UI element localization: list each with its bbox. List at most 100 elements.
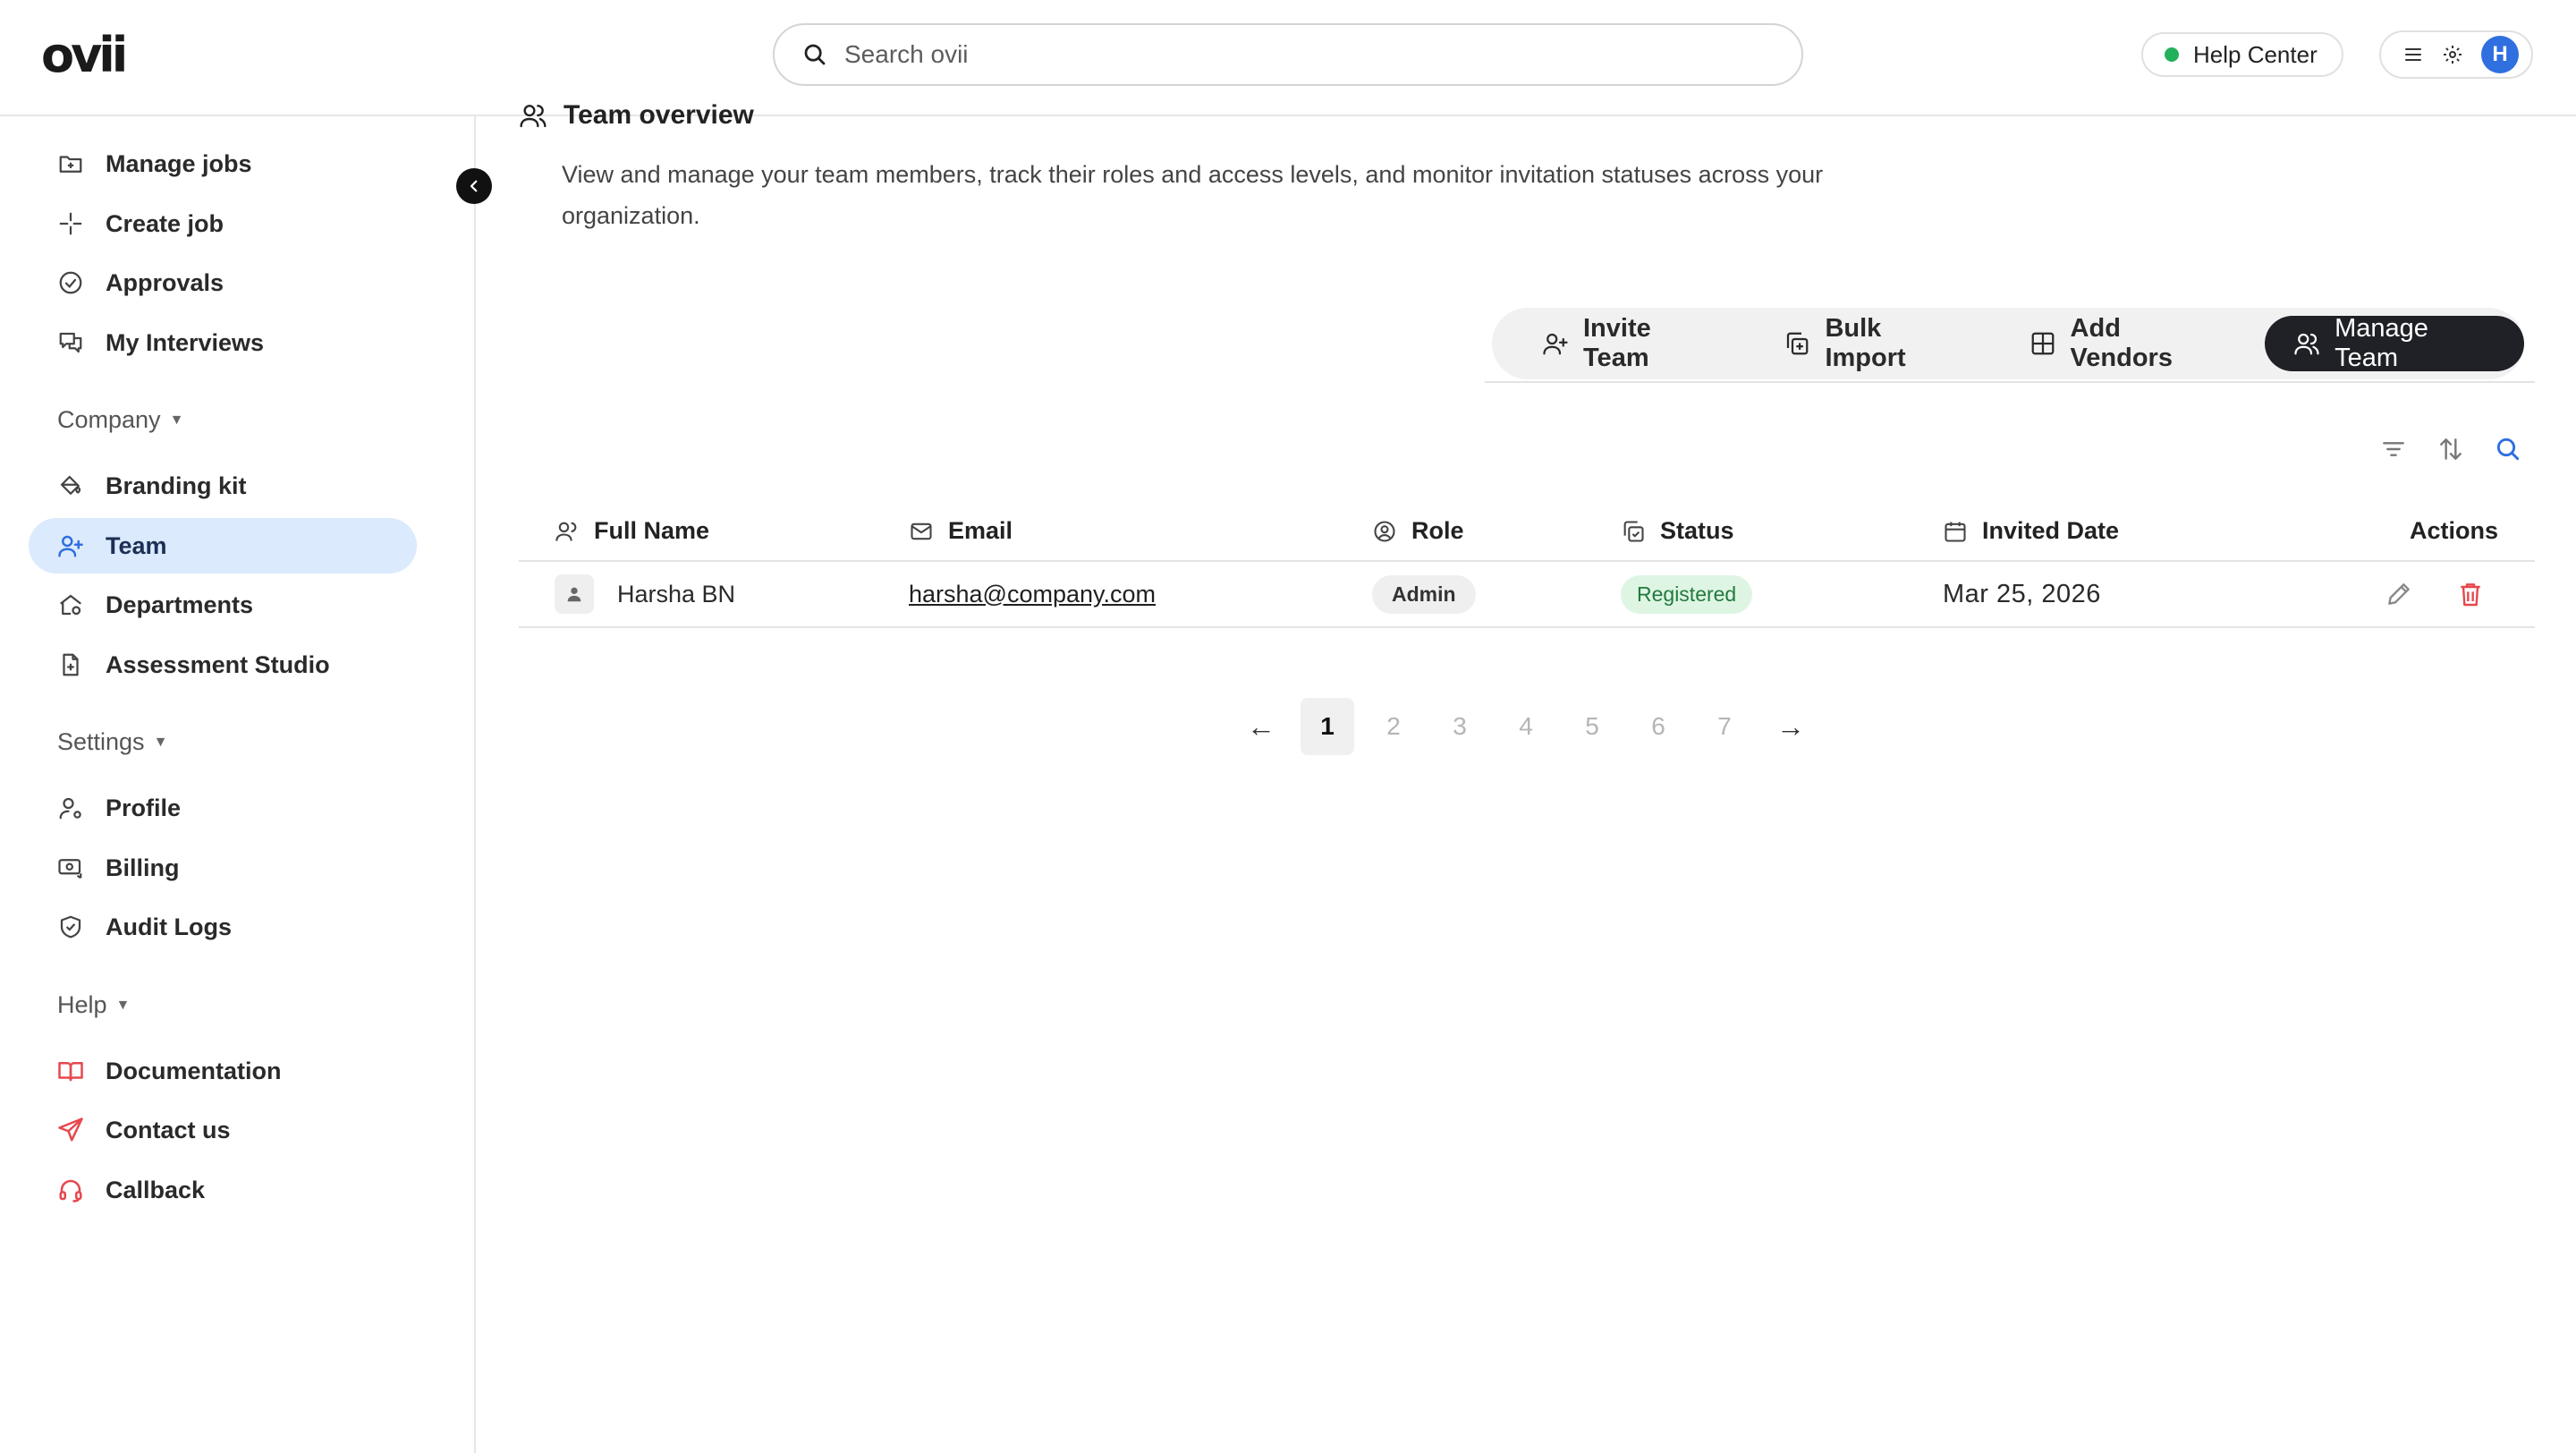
sidebar-item-branding-kit[interactable]: Branding kit [29, 458, 417, 514]
cell-role: Admin [1372, 562, 1476, 626]
user-plus-icon [1542, 330, 1583, 357]
sidebar-item-callback[interactable]: Callback [29, 1162, 417, 1218]
sidebar-item-my-interviews[interactable]: My Interviews [29, 315, 417, 370]
app-logo[interactable]: ovii [41, 27, 128, 84]
sidebar-item-label: Approvals [106, 268, 225, 296]
caret-down-icon: ▼ [115, 997, 131, 1013]
search-input[interactable]: Search ovii [844, 40, 969, 69]
column-label: Invited Date [1982, 517, 2120, 544]
sidebar-item-label: Manage jobs [106, 149, 252, 177]
tab-add-vendors[interactable]: Add Vendors [2015, 314, 2242, 372]
gear-icon[interactable] [2442, 44, 2463, 65]
page-5-button[interactable]: 5 [1565, 698, 1619, 755]
tab-label: Add Vendors [2070, 314, 2173, 372]
prev-page-button[interactable]: ← [1234, 698, 1288, 755]
column-header-actions: Actions [2410, 517, 2498, 545]
users-icon [519, 101, 564, 130]
sidebar-item-label: Team [106, 531, 167, 559]
sidebar-item-profile[interactable]: Profile [29, 780, 417, 836]
online-status-dot [2165, 47, 2179, 62]
book-open-icon [55, 1056, 86, 1086]
section-toggle-settings[interactable]: Settings ▼ [57, 728, 167, 756]
section-label-settings: Settings [57, 728, 145, 755]
column-header-status[interactable]: Status [1621, 517, 1734, 545]
table-header: Full Name Email Role Status Invited Date [519, 506, 2535, 562]
shield-check-icon [55, 912, 86, 942]
grid-plus-icon [2029, 330, 2071, 357]
headset-icon [55, 1175, 86, 1205]
tab-bulk-import[interactable]: Bulk Import [1769, 314, 1980, 372]
avatar [555, 574, 594, 614]
tabs-divider [1485, 381, 2535, 383]
column-label: Email [948, 517, 1013, 544]
sidebar-item-documentation[interactable]: Documentation [29, 1043, 417, 1099]
column-header-invited-date[interactable]: Invited Date [1943, 517, 2119, 545]
section-toggle-company[interactable]: Company ▼ [57, 406, 183, 434]
sidebar-item-label: Profile [106, 794, 182, 821]
page-6-button[interactable]: 6 [1631, 698, 1685, 755]
tab-manage-team[interactable]: Manage Team [2265, 314, 2525, 372]
member-email-link[interactable]: harsha@company.com [909, 581, 1156, 608]
tab-label: Bulk Import [1825, 314, 1906, 372]
table-row[interactable]: Harsha BN harsha@company.com Admin Regis… [519, 562, 2535, 628]
sidebar-item-label: Create job [106, 209, 225, 237]
sidebar-item-assessment-studio[interactable]: Assessment Studio [29, 637, 417, 693]
sidebar-item-manage-jobs[interactable]: Manage jobs [29, 136, 417, 191]
mail-icon [909, 519, 948, 544]
table-search-button[interactable] [2494, 435, 2522, 463]
send-icon [55, 1115, 86, 1145]
page-3-button[interactable]: 3 [1433, 698, 1487, 755]
page-2-button[interactable]: 2 [1367, 698, 1420, 755]
file-plus-icon [55, 650, 86, 680]
user-icon [555, 519, 594, 544]
sidebar-item-billing[interactable]: Billing [29, 840, 417, 896]
section-toggle-help[interactable]: Help ▼ [57, 991, 130, 1019]
column-header-email[interactable]: Email [909, 517, 1013, 545]
user-icon [564, 584, 584, 604]
sidebar-item-create-job[interactable]: Create job [29, 196, 417, 251]
folder-plus-icon [55, 149, 86, 179]
sidebar-item-team[interactable]: Team [29, 518, 417, 574]
column-header-role[interactable]: Role [1372, 517, 1464, 545]
copy-check-icon [1621, 519, 1660, 544]
tab-invite-team[interactable]: Invite Team [1528, 314, 1735, 372]
cell-invited-date: Mar 25, 2026 [1943, 562, 2101, 626]
paint-bucket-icon [55, 471, 86, 501]
menu-icon[interactable] [2402, 44, 2424, 65]
sparkle-plus-icon [55, 208, 86, 239]
user-gear-icon [55, 793, 86, 823]
role-badge: Admin [1372, 574, 1476, 614]
sidebar-item-departments[interactable]: Departments [29, 577, 417, 633]
page-7-button[interactable]: 7 [1698, 698, 1751, 755]
column-label: Status [1660, 517, 1734, 544]
help-center-button[interactable]: Help Center [2141, 32, 2343, 77]
sidebar-item-label: Billing [106, 854, 180, 881]
sort-button[interactable] [2436, 435, 2465, 463]
filter-button[interactable] [2379, 435, 2408, 463]
user-menu[interactable]: H [2379, 30, 2533, 79]
user-plus-icon [55, 531, 86, 561]
sidebar-collapse-button[interactable] [456, 168, 492, 204]
home-gear-icon [55, 590, 86, 620]
search-bar[interactable]: Search ovii [773, 23, 1803, 86]
users-icon [2293, 330, 2334, 357]
cell-email: harsha@company.com [909, 562, 1156, 626]
next-page-button[interactable]: → [1764, 698, 1818, 755]
invited-date: Mar 25, 2026 [1943, 579, 2101, 608]
page-title: Team overview [519, 100, 754, 131]
sidebar-item-approvals[interactable]: Approvals [29, 255, 417, 310]
delete-button[interactable] [2456, 562, 2485, 626]
section-label-help: Help [57, 991, 107, 1018]
page-1-button[interactable]: 1 [1301, 698, 1354, 755]
sidebar-item-label: Documentation [106, 1057, 282, 1084]
sidebar-item-audit-logs[interactable]: Audit Logs [29, 899, 417, 955]
sidebar-item-contact-us[interactable]: Contact us [29, 1102, 417, 1158]
avatar[interactable]: H [2481, 36, 2519, 73]
check-circle-icon [55, 268, 86, 298]
page-title-text: Team overview [564, 100, 754, 130]
edit-button[interactable] [2385, 562, 2413, 626]
status-badge: Registered [1621, 574, 1753, 614]
sidebar-item-label: My Interviews [106, 328, 265, 356]
column-header-full-name[interactable]: Full Name [555, 517, 709, 545]
page-4-button[interactable]: 4 [1499, 698, 1553, 755]
